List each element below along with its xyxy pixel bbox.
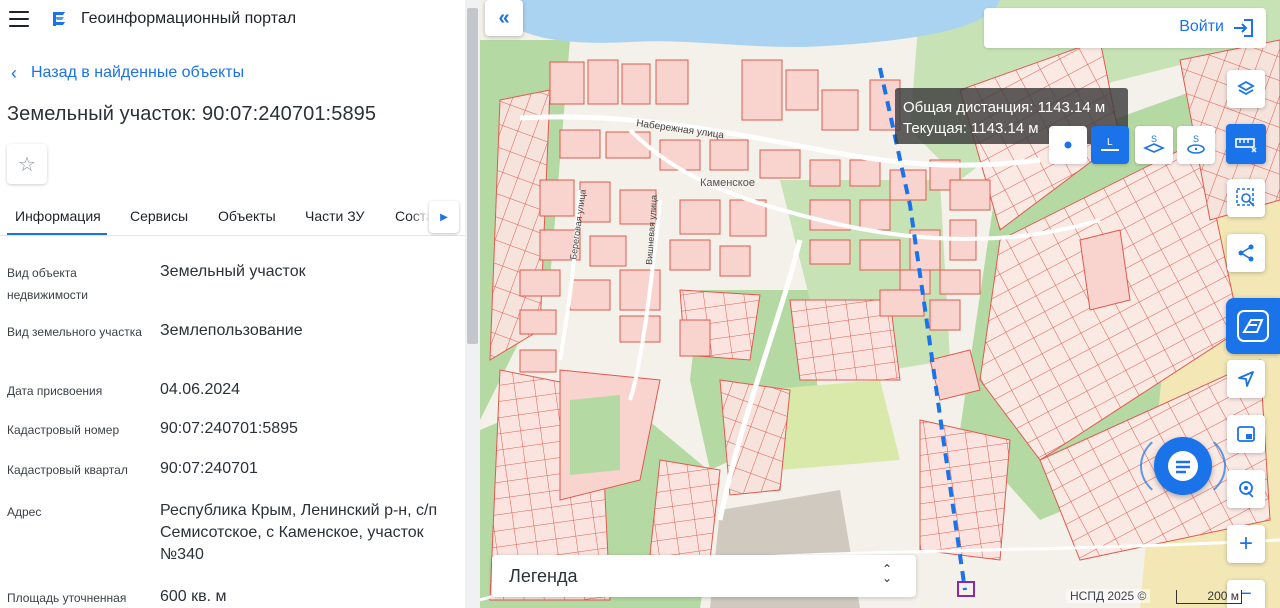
chat-button[interactable]: [1154, 437, 1212, 495]
map-canvas[interactable]: Набережная улица Береговая улица Вишнева…: [480, 0, 1280, 608]
share-button[interactable]: [1227, 234, 1265, 272]
hamburger-menu-icon[interactable]: [9, 11, 29, 27]
ruler-icon: [1235, 138, 1257, 153]
measure-point-tool[interactable]: [1049, 126, 1087, 164]
chevron-left-icon: ‹: [11, 63, 17, 83]
star-icon: ☆: [18, 153, 36, 176]
row-value-area: 600 кв. м: [160, 588, 227, 605]
minimap-button[interactable]: [1227, 415, 1265, 453]
geolocate-button[interactable]: [1227, 470, 1265, 508]
village-label: Каменское: [700, 177, 755, 189]
tab-services[interactable]: Сервисы: [130, 208, 188, 224]
app-header: Геоинформационный портал: [0, 0, 465, 40]
row-value-cadastral-number: 90:07:240701:5895: [160, 420, 298, 437]
plus-icon: +: [1238, 530, 1253, 557]
row-value-cadastral-quarter: 90:07:240701: [160, 460, 258, 477]
parcel-cluster: [919, 419, 1011, 561]
login-icon: [1234, 19, 1253, 37]
favorite-button[interactable]: ☆: [7, 144, 47, 184]
map-view[interactable]: Набережная улица Береговая улица Вишнева…: [480, 0, 1280, 608]
layers-button[interactable]: [1227, 70, 1265, 108]
area-search-button[interactable]: [1227, 179, 1265, 217]
row-label-address: Адрес: [7, 505, 42, 519]
measure-area-tool[interactable]: S: [1135, 126, 1173, 164]
map-scale-bar: 200 м: [1176, 590, 1242, 604]
row-label-cadastral-quarter: Кадастровый квартал: [7, 463, 128, 477]
circle-measure-icon: S: [1187, 134, 1205, 154]
area-search-icon: [1236, 188, 1255, 207]
point-icon: [1064, 141, 1072, 149]
zoom-in-button[interactable]: +: [1227, 525, 1265, 563]
tab-objects[interactable]: Объекты: [218, 208, 276, 224]
tab-parts[interactable]: Части ЗУ: [305, 208, 364, 224]
total-distance-text: Общая дистанция: 1143.14 м: [903, 99, 1106, 116]
school-field: [570, 395, 620, 475]
row-value-object-type: Земельный участок: [160, 263, 306, 280]
row-label-cadastral-number: Кадастровый номер: [7, 423, 120, 437]
object-title: Земельный участок: 90:07:240701:5895: [7, 103, 377, 125]
line-measure-icon: L: [1101, 137, 1119, 151]
row-value-assigned-date: 04.06.2024: [160, 381, 241, 398]
measure-circle-tool[interactable]: S: [1177, 126, 1215, 164]
location-target-icon: [1239, 481, 1254, 498]
side-drawer-tab[interactable]: [1226, 298, 1280, 354]
my-location-button[interactable]: [1227, 360, 1265, 398]
tab-information[interactable]: Информация: [15, 208, 101, 224]
area-measure-icon: S: [1143, 134, 1165, 153]
measure-line-tool[interactable]: L: [1091, 126, 1129, 164]
layers-icon: [1237, 80, 1255, 96]
svg-text:S: S: [1193, 134, 1199, 144]
row-value-parcel-type: Землепользование: [160, 322, 303, 339]
map-book-icon: [1237, 310, 1269, 342]
legend-dropdown[interactable]: Легенда ⌃ ⌄: [492, 555, 916, 597]
back-to-results-link[interactable]: ‹ Назад в найденные объекты: [11, 64, 244, 82]
login-button[interactable]: Войти: [984, 8, 1266, 48]
active-tab-indicator: [7, 233, 107, 235]
current-distance-text: Текущая: 1143.14 м: [903, 120, 1039, 137]
picture-in-picture-icon: [1237, 426, 1255, 442]
caret-right-icon: ▶: [440, 211, 448, 223]
tab-fade: [410, 200, 430, 230]
chat-bubble-icon: [1168, 451, 1198, 481]
tab-bar: Информация Сервисы Объекты Части ЗУ Сост…: [0, 196, 465, 236]
portal-logo-icon: [53, 12, 65, 26]
info-panel: Геоинформационный портал ‹ Назад в найде…: [0, 0, 480, 608]
share-icon: [1238, 244, 1254, 262]
screen: Геоинформационный портал ‹ Назад в найде…: [0, 0, 1280, 608]
navigation-arrow-icon: [1238, 371, 1254, 387]
parcel-cluster: [649, 459, 721, 561]
legend-label: Легенда: [509, 566, 578, 586]
tabs-scroll-right-button[interactable]: ▶: [429, 201, 459, 233]
svg-text:L: L: [1107, 137, 1113, 148]
panel-scrollbar-thumb[interactable]: [467, 8, 478, 344]
row-label-area: Площадь уточненная: [7, 591, 127, 605]
svg-text:S: S: [1151, 134, 1157, 144]
app-title: Геоинформационный портал: [81, 10, 297, 27]
collapse-panel-button[interactable]: «: [485, 0, 523, 36]
map-attribution: НСПД 2025 ©: [1066, 589, 1151, 603]
login-label: Войти: [1179, 18, 1224, 35]
row-label-parcel-type: Вид земельного участка: [7, 325, 142, 339]
expand-collapse-icon: ⌃ ⌄: [881, 562, 892, 585]
double-chevron-left-icon: «: [498, 6, 510, 29]
row-label-assigned-date: Дата присвоения: [7, 384, 103, 398]
back-label: Назад в найденные объекты: [31, 64, 245, 81]
row-value-address: Республика Крым, Ленинский р-н, с/п Семи…: [160, 502, 438, 563]
ruler-button[interactable]: [1226, 124, 1266, 164]
row-label-object-type: Вид объекта недвижимости: [7, 266, 88, 302]
